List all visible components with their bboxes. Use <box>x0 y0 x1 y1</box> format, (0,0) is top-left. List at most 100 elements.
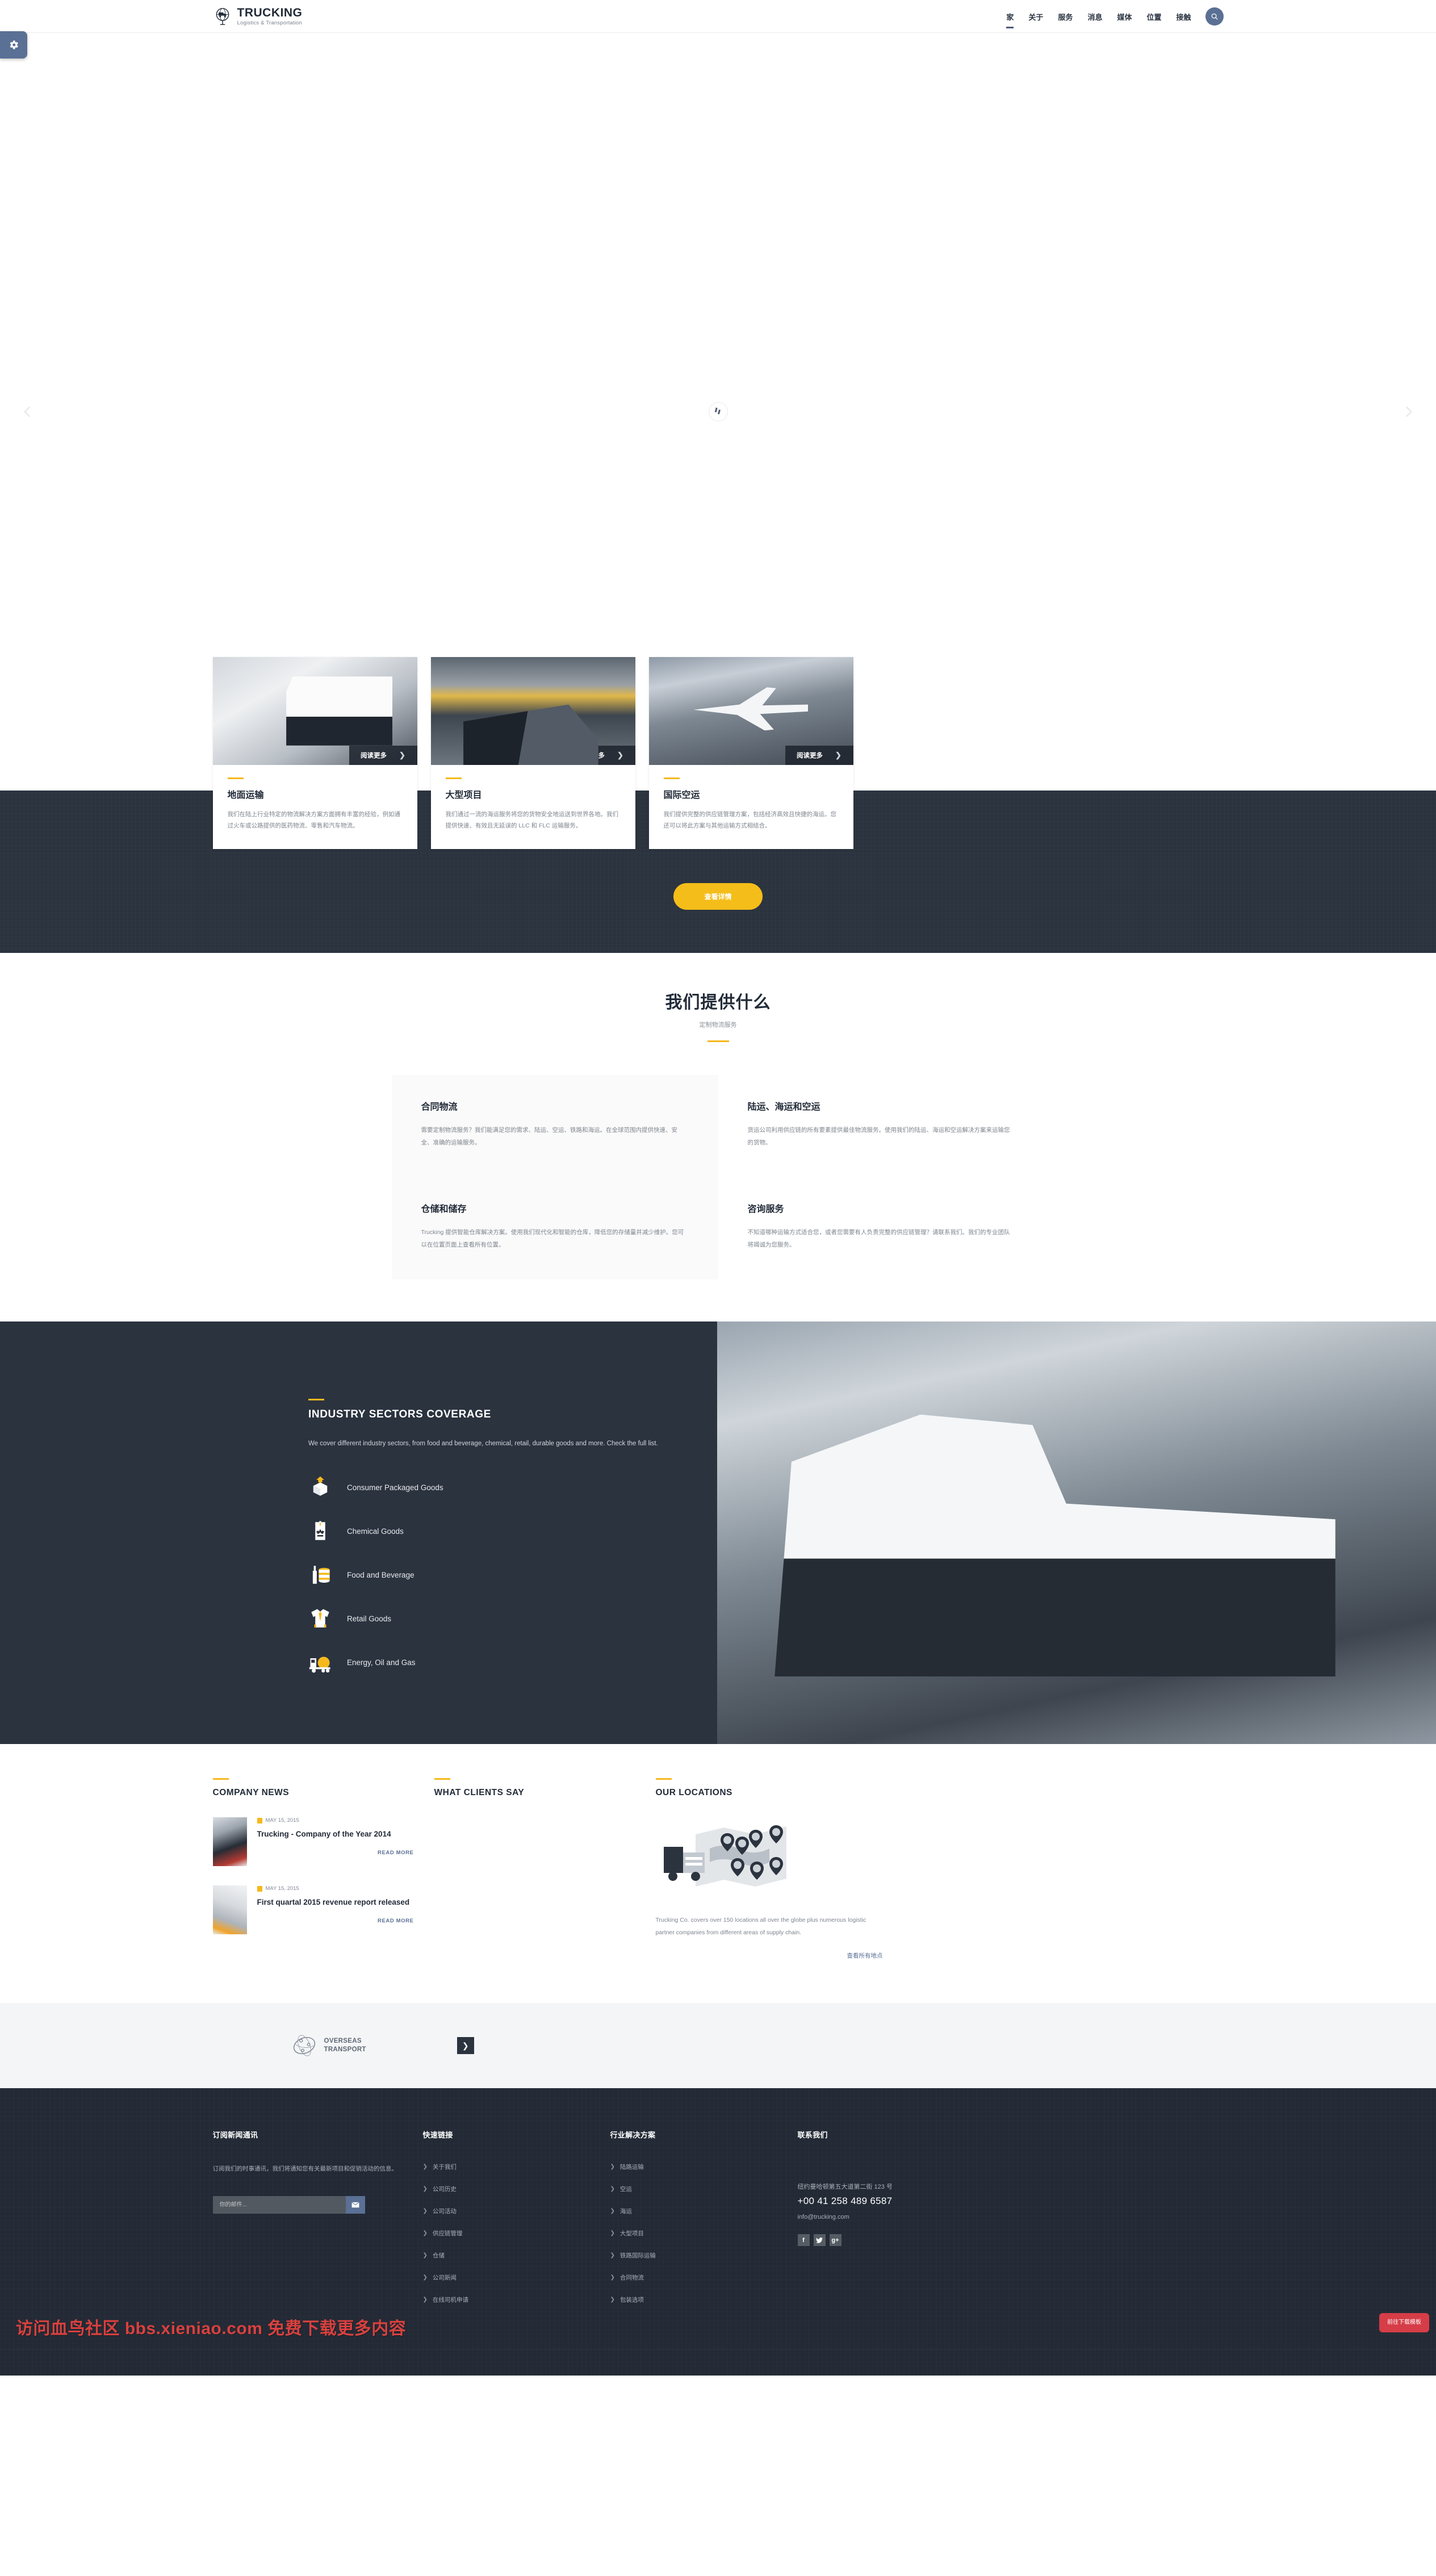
industry-sectors-section: INDUSTRY SECTORS COVERAGE We cover diffe… <box>0 1322 1436 1745</box>
contact-email[interactable]: info@trucking.com <box>798 2214 962 2220</box>
twitter-icon[interactable] <box>813 2234 826 2247</box>
nav-item-locations[interactable]: 位置 <box>1139 0 1169 33</box>
quick-link-item[interactable]: ❯ 关于我们 <box>423 2163 588 2171</box>
nav-item-media[interactable]: 媒体 <box>1110 0 1139 33</box>
hero-prev-button[interactable] <box>20 404 35 419</box>
sector-item[interactable]: Chemical Goods <box>308 1519 677 1543</box>
solution-item[interactable]: ❯ 包装选项 <box>610 2295 775 2304</box>
footer-contact-column: 联系我们 纽约曼哈顿第五大道第二街 123 号 +00 41 258 489 6… <box>797 2129 985 2318</box>
news-read-more-link[interactable]: READ MORE <box>257 1918 414 1924</box>
solution-label: 陆路运输 <box>619 2164 644 2171</box>
offer-item: 咨询服务 不知道哪种运输方式适合您，或者您需要有人负责完整的供应链管理？请联系我… <box>718 1177 1045 1280</box>
card-read-more-button[interactable]: 阅读更多 ❯ <box>785 746 853 765</box>
solution-item[interactable]: ❯ 铁路国际运输 <box>610 2251 775 2260</box>
offer-subtitle: 定制物流服务 <box>699 1021 737 1028</box>
twitter-bird-icon <box>816 2237 823 2243</box>
news-thumbnail <box>212 1885 247 1935</box>
nav-item-news[interactable]: 消息 <box>1080 0 1110 33</box>
news-item[interactable]: MAY 15, 2015 First quartal 2015 revenue … <box>212 1885 414 1935</box>
quick-link-item[interactable]: ❯ 供应链管理 <box>423 2229 588 2238</box>
sector-item[interactable]: Retail Goods <box>308 1607 677 1630</box>
download-template-button[interactable]: 前往下载模板 <box>1379 2313 1429 2333</box>
card-text: 我们提供完整的供应链管理方案，包括经济高效且快捷的海运。您还可以将此方案与其他运… <box>663 811 837 830</box>
locations-text: Trucking Co. covers over 150 locations a… <box>655 1917 866 1937</box>
partner-logo-line1: OVERSEAS <box>324 2037 362 2044</box>
hero-loading-spinner <box>708 402 728 421</box>
quick-link-item[interactable]: ❯ 仓储 <box>423 2251 588 2260</box>
quick-link-item[interactable]: ❯ 在线司机申请 <box>423 2295 588 2304</box>
locations-column: OUR LOCATIONS Trucking Co. covers over 1… <box>655 1778 883 1960</box>
chevron-right-icon: ❯ <box>610 2252 615 2259</box>
solution-item[interactable]: ❯ 陆路运输 <box>610 2163 775 2171</box>
gear-icon <box>10 40 18 49</box>
sector-item[interactable]: Food and Beverage <box>308 1563 677 1587</box>
facebook-icon[interactable]: f <box>797 2234 810 2247</box>
globe-truck-logo-icon <box>216 7 229 25</box>
service-card[interactable]: 阅读更多 ❯ 国际空运 我们提供完整的供应链管理方案，包括经济高效且快捷的海运。… <box>648 657 853 849</box>
clients-title: WHAT CLIENTS SAY <box>434 1788 525 1798</box>
solution-item[interactable]: ❯ 合同物流 <box>610 2273 775 2282</box>
chevron-right-icon: ❯ <box>422 2252 428 2259</box>
chevron-right-icon: ❯ <box>422 2164 428 2171</box>
view-details-button[interactable]: 查看详情 <box>673 883 763 910</box>
newsletter-email-input[interactable] <box>212 2196 346 2214</box>
solution-label: 铁路国际运输 <box>619 2252 656 2260</box>
view-all-locations-link[interactable]: 查看所有地点 <box>656 1951 883 1960</box>
solution-item[interactable]: ❯ 空运 <box>610 2185 775 2193</box>
chevron-left-icon <box>24 406 31 417</box>
chevron-right-icon: ❯ <box>617 751 623 759</box>
search-button[interactable] <box>1205 7 1224 26</box>
footer-quick-links-column: 快速链接 ❯ 关于我们 ❯ 公司历史 ❯ 公司活动 ❯ 供应链管理 ❯ 仓储 ❯ 公司新闻 … <box>423 2129 610 2318</box>
sector-item[interactable]: Consumer Packaged Goods <box>308 1475 677 1499</box>
newsletter-submit-button[interactable] <box>345 2196 365 2214</box>
service-card[interactable]: 阅读更多 ❯ 大型项目 我们通过一流的海运服务将您的货物安全地运送到世界各地。我… <box>430 657 635 849</box>
quick-links-title: 快速链接 <box>422 2131 453 2140</box>
offer-item-title: 陆运、海运和空运 <box>747 1102 820 1112</box>
nav-item-services[interactable]: 服务 <box>1050 0 1080 33</box>
google-plus-icon[interactable]: g+ <box>829 2234 841 2247</box>
news-date-row: MAY 15, 2015 <box>257 1817 414 1824</box>
card-read-more-label: 阅读更多 <box>361 752 387 759</box>
quick-link-item[interactable]: ❯ 公司活动 <box>423 2207 588 2215</box>
card-read-more-button[interactable]: 阅读更多 ❯ <box>567 746 635 765</box>
site-footer: 订阅新闻通讯 订阅我们的时事通讯，我们将通知您有关最新项目和促销活动的信息。 快… <box>0 2088 1436 2376</box>
partners-next-button[interactable]: ❯ <box>457 2037 474 2055</box>
card-read-more-label: 阅读更多 <box>797 752 823 759</box>
news-read-more-link[interactable]: READ MORE <box>257 1850 414 1856</box>
news-item[interactable]: MAY 15, 2015 Trucking - Company of the Y… <box>212 1817 414 1867</box>
settings-side-tab[interactable] <box>0 31 27 58</box>
solution-item[interactable]: ❯ 大型项目 <box>610 2229 775 2238</box>
nav-item-contact[interactable]: 接触 <box>1169 0 1198 33</box>
news-date: MAY 15, 2015 <box>265 1817 299 1824</box>
partner-logo-overseas-transport[interactable]: OVERSEAS TRANSPORT <box>291 2034 366 2058</box>
site-logo[interactable]: TRUCKING Logistics & Transportation <box>213 7 303 26</box>
chevron-right-icon <box>1405 406 1412 417</box>
offer-item-text: 需要定制物流服务？我们能满足您的需求、陆运、空运、铁路和海运。在全球范围内提供快… <box>421 1126 678 1146</box>
quick-link-item[interactable]: ❯ 公司历史 <box>423 2185 588 2193</box>
card-title: 大型项目 <box>445 791 482 800</box>
accent-dash <box>212 1778 229 1780</box>
sector-item[interactable]: Energy, Oil and Gas <box>308 1650 677 1674</box>
globe-network-icon <box>293 2035 315 2056</box>
nav-item-home[interactable]: 家 <box>999 0 1021 33</box>
news-thumbnail <box>212 1817 247 1867</box>
accent-dash <box>707 1040 729 1042</box>
quick-link-item[interactable]: ❯ 公司新闻 <box>423 2273 588 2282</box>
news-date-row: MAY 15, 2015 <box>257 1885 414 1892</box>
chevron-right-icon: ❯ <box>422 2208 428 2215</box>
page-root: TRUCKING Logistics & Transportation 家 关于… <box>0 0 1436 2376</box>
offer-item-title: 合同物流 <box>421 1102 458 1112</box>
contact-address: 纽约曼哈顿第五大道第二街 123 号 <box>797 2184 893 2191</box>
card-read-more-button[interactable]: 阅读更多 ❯ <box>349 746 417 765</box>
contact-phone[interactable]: +00 41 258 489 6587 <box>798 2196 962 2207</box>
cargo-ship-photo: 阅读更多 ❯ <box>430 657 635 765</box>
solution-item[interactable]: ❯ 海运 <box>610 2207 775 2215</box>
service-card[interactable]: 阅读更多 ❯ 地面运输 我们在陆上行业特定的物流解决方案方面拥有丰富的经验，例如… <box>212 657 417 849</box>
chevron-right-icon: ❯ <box>610 2208 615 2215</box>
hero-next-button[interactable] <box>1401 404 1416 419</box>
social-links: f g+ <box>797 2234 962 2247</box>
nav-item-about[interactable]: 关于 <box>1021 0 1050 33</box>
news-title: First quartal 2015 revenue report releas… <box>257 1898 410 1907</box>
chevron-right-icon: ❯ <box>835 751 841 759</box>
card-text: 我们在陆上行业特定的物流解决方案方面拥有丰富的经验，例如通过火车或公路提供的医药… <box>227 811 401 830</box>
